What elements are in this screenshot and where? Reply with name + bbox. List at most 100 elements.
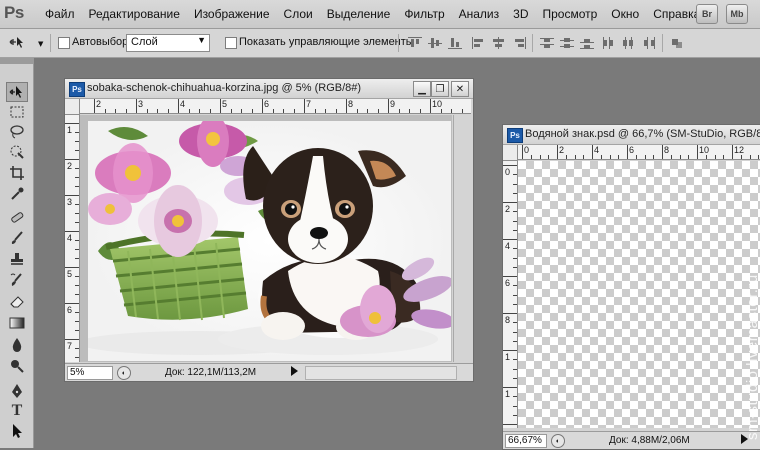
ruler-number: 2 — [505, 204, 511, 214]
ruler-tick — [75, 330, 79, 331]
auto-select-target-select[interactable]: Слой ▼ — [126, 34, 210, 52]
ruler-tick — [653, 155, 655, 159]
menu-image[interactable]: Изображение — [187, 7, 277, 21]
menu-analysis[interactable]: Анализ — [452, 7, 507, 21]
ruler-number: 4 — [594, 145, 600, 155]
distribute-horizontal-centers-icon[interactable] — [622, 37, 636, 49]
ruler-tick — [705, 155, 707, 159]
menu-file[interactable]: Файл — [38, 7, 82, 21]
path-selection-tool-icon[interactable] — [7, 422, 27, 440]
menu-edit[interactable]: Редактирование — [82, 7, 187, 21]
ruler-number: 0 — [505, 167, 511, 177]
ruler-origin[interactable] — [503, 145, 518, 161]
ruler-tick — [592, 145, 593, 159]
type-tool-icon[interactable]: T — [7, 402, 27, 420]
auto-select-checkbox[interactable] — [58, 37, 70, 49]
move-tool-icon[interactable] — [6, 82, 28, 102]
eyedropper-tool-icon[interactable] — [7, 185, 27, 203]
ruler-tick — [230, 109, 232, 113]
ruler-tick — [65, 339, 79, 340]
auto-align-layers-icon[interactable] — [670, 37, 684, 49]
status-info-icon[interactable]: ◐ — [117, 366, 131, 380]
history-brush-tool-icon[interactable] — [7, 271, 27, 289]
align-right-edges-icon[interactable] — [512, 37, 526, 49]
ruler-tick — [65, 159, 79, 160]
mini-bridge-button[interactable]: Mb — [726, 4, 748, 24]
status-info-icon[interactable]: ◐ — [551, 434, 565, 448]
vertical-scrollbar[interactable] — [453, 115, 472, 362]
document-title-bar[interactable]: Ps Водяной знак.psd @ 66,7% (SM-StuDio, … — [503, 125, 760, 145]
separator — [50, 34, 51, 52]
ruler-tick — [115, 109, 116, 113]
ruler-number: 12 — [734, 145, 745, 155]
menu-3d[interactable]: 3D — [506, 7, 535, 21]
quick-selection-tool-icon[interactable] — [7, 143, 27, 161]
lasso-tool-icon[interactable] — [7, 123, 27, 141]
show-transform-controls-checkbox[interactable] — [225, 37, 237, 49]
pen-tool-icon[interactable] — [7, 382, 27, 400]
document-window-watermark[interactable]: Ps Водяной знак.psd @ 66,7% (SM-StuDio, … — [502, 124, 760, 450]
zoom-level-field[interactable]: 66,67% — [505, 434, 547, 448]
document-window-photo[interactable]: Ps sobaka-schenok-chihuahua-korzina.jpg … — [64, 78, 474, 382]
align-horizontal-centers-icon[interactable] — [492, 37, 506, 49]
close-button[interactable]: ✕ — [451, 81, 469, 97]
ruler-tick — [178, 99, 179, 113]
ruler-tick — [557, 145, 558, 159]
ruler-tick — [503, 313, 517, 314]
restore-button[interactable]: ❐ — [431, 81, 449, 97]
ruler-tick — [574, 155, 576, 159]
menu-filter[interactable]: Фильтр — [397, 7, 451, 21]
healing-brush-tool-icon[interactable] — [7, 208, 27, 226]
ruler-number: 2 — [67, 161, 73, 171]
minimize-button[interactable]: ▁ — [413, 81, 431, 97]
align-left-edges-icon[interactable] — [472, 37, 486, 49]
eraser-tool-icon[interactable] — [7, 292, 27, 310]
brush-tool-icon[interactable] — [7, 229, 27, 247]
crop-tool-icon[interactable] — [7, 164, 27, 182]
chevron-down-icon[interactable]: ▼ — [38, 40, 43, 48]
bridge-button[interactable]: Br — [696, 4, 718, 24]
horizontal-scrollbar[interactable] — [305, 366, 457, 380]
canvas-area[interactable] — [80, 115, 452, 362]
align-vertical-centers-icon[interactable] — [428, 37, 442, 49]
ruler-tick — [688, 155, 690, 159]
ruler-tick — [314, 109, 316, 113]
clone-stamp-tool-icon[interactable] — [7, 250, 27, 268]
document-title: Водяной знак.psd @ 66,7% (SM-StuDio, RGB… — [525, 128, 760, 140]
distribute-right-edges-icon[interactable] — [642, 37, 656, 49]
ruler-tick — [199, 109, 200, 113]
distribute-bottom-edges-icon[interactable] — [580, 37, 594, 49]
status-menu-arrow-icon[interactable] — [291, 366, 298, 376]
marquee-tool-icon[interactable] — [7, 103, 27, 121]
distribute-left-edges-icon[interactable] — [602, 37, 616, 49]
menu-select[interactable]: Выделение — [320, 7, 398, 21]
ruler-tick — [513, 368, 517, 370]
distribute-vertical-centers-icon[interactable] — [560, 37, 574, 49]
photo-canvas[interactable] — [88, 121, 451, 361]
tools-panel-header[interactable] — [0, 58, 33, 64]
puppy-basket-photo — [88, 121, 451, 361]
gradient-tool-icon[interactable] — [7, 314, 27, 332]
ruler-tick — [513, 266, 517, 268]
menu-layers[interactable]: Слои — [277, 7, 320, 21]
ruler-tick — [539, 155, 541, 159]
ruler-tick — [377, 109, 379, 113]
blur-tool-icon[interactable] — [7, 336, 27, 354]
align-top-edges-icon[interactable] — [408, 37, 422, 49]
ruler-number: 10 — [699, 145, 710, 155]
move-tool-preset-icon[interactable] — [8, 33, 28, 51]
document-title-bar[interactable]: Ps sobaka-schenok-chihuahua-korzina.jpg … — [65, 79, 473, 99]
dodge-tool-icon[interactable] — [7, 357, 27, 375]
zoom-level-field[interactable]: 5% — [67, 366, 113, 380]
ruler-tick — [304, 99, 305, 113]
transparent-canvas[interactable] — [518, 161, 760, 428]
menu-view[interactable]: Просмотр — [535, 7, 604, 21]
ruler-tick — [75, 168, 79, 169]
menu-window[interactable]: Окно — [604, 7, 646, 21]
ruler-tick — [409, 109, 410, 113]
ruler-tick — [94, 99, 95, 113]
ruler-origin[interactable] — [65, 99, 80, 115]
align-bottom-edges-icon[interactable] — [448, 37, 462, 49]
ruler-tick — [513, 211, 517, 213]
distribute-top-edges-icon[interactable] — [540, 37, 554, 49]
